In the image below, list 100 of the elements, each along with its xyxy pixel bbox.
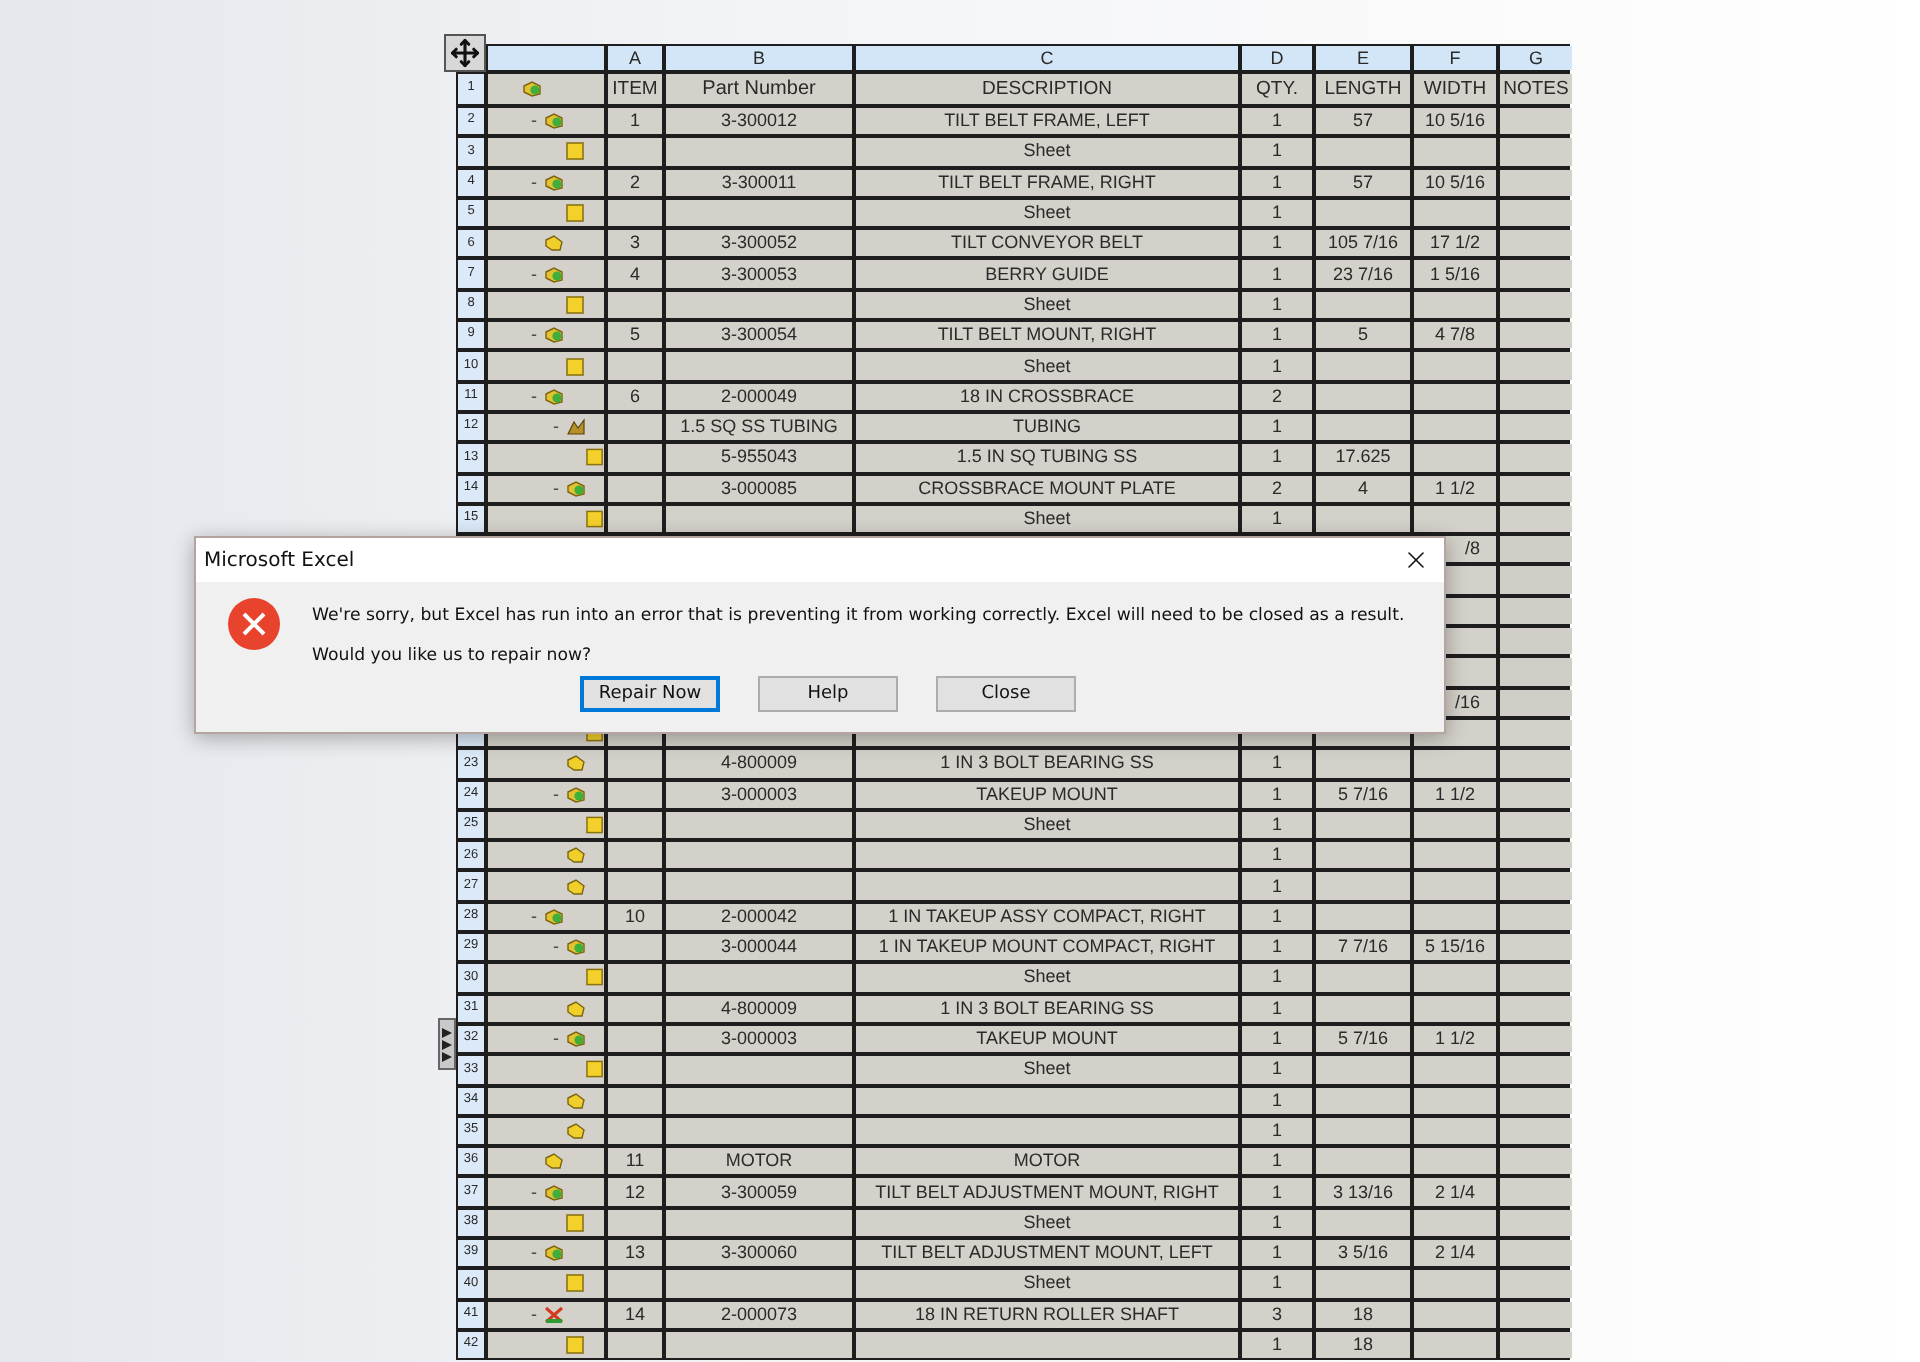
table-cell: 2 1/4 xyxy=(1414,1239,1496,1267)
collapse-toggle[interactable]: - xyxy=(546,479,566,498)
table-cell: Sheet xyxy=(856,1209,1238,1236)
table-cell: 10 xyxy=(608,903,662,931)
table-cell: 1 xyxy=(1242,444,1312,472)
table-cell: 2-000049 xyxy=(666,383,852,410)
table-cell: TILT BELT ADJUSTMENT MOUNT, RIGHT xyxy=(856,1178,1238,1206)
collapse-toggle[interactable]: - xyxy=(524,112,544,131)
table-cell: 2-000042 xyxy=(666,903,852,931)
collapse-toggle[interactable]: - xyxy=(546,785,566,804)
table-cell: TILT BELT ADJUSTMENT MOUNT, LEFT xyxy=(856,1239,1238,1267)
table-cell: 1.5 SQ SS TUBING xyxy=(666,413,852,441)
dialog-button[interactable]: Close xyxy=(936,676,1076,712)
column-letter[interactable]: B xyxy=(666,46,852,70)
table-cell: 1 xyxy=(1242,322,1312,349)
table-cell: Sheet xyxy=(856,138,1238,166)
table-cell: 6 xyxy=(608,383,662,410)
table-cell: 1 xyxy=(1242,1178,1312,1206)
table-cell: 7 7/16 xyxy=(1316,934,1410,961)
collapse-toggle[interactable]: - xyxy=(546,418,566,437)
table-cell: Sheet xyxy=(856,811,1238,839)
table-cell: 1 xyxy=(1242,505,1312,533)
collapse-toggle[interactable]: - xyxy=(524,265,544,284)
table-cell: 1 xyxy=(608,108,662,135)
table-cell: 1 xyxy=(1242,1148,1312,1175)
column-letter[interactable]: A xyxy=(608,46,662,70)
table-cell: MOTOR xyxy=(666,1148,852,1175)
table-cell: 1 xyxy=(1242,1117,1312,1145)
table-cell: 3-000003 xyxy=(666,781,852,808)
collapse-toggle[interactable]: - xyxy=(524,1244,544,1263)
table-cell: 14 xyxy=(608,1301,662,1328)
table-cell: 3-300011 xyxy=(666,169,852,196)
table-cell: 17 1/2 xyxy=(1414,230,1496,257)
table-cell: 1 xyxy=(1242,995,1312,1022)
table-cell: 4-800009 xyxy=(666,995,852,1022)
table-cell: TILT BELT FRAME, RIGHT xyxy=(856,169,1238,196)
column-letter[interactable]: E xyxy=(1316,46,1410,70)
table-cell: 1 IN 3 BOLT BEARING SS xyxy=(856,995,1238,1022)
table-cell: 3-300059 xyxy=(666,1178,852,1206)
table-cell: 1 xyxy=(1242,811,1312,839)
table-cell: 4-800009 xyxy=(666,750,852,778)
table-cell: 5 xyxy=(1316,322,1410,349)
table-cell: 1 xyxy=(1242,1239,1312,1267)
dialog-button[interactable]: Help xyxy=(758,676,898,712)
error-message: We're sorry, but Excel has run into an error that is preventing it from working correctly. Excel will need to be closed as a result. xyxy=(312,606,1405,626)
table-cell: 3-300060 xyxy=(666,1239,852,1267)
table-cell: BERRY GUIDE xyxy=(856,260,1238,288)
table-cell: 1 1/2 xyxy=(1414,1025,1496,1053)
table-cell: 1 xyxy=(1242,750,1312,778)
table-cell: 1 xyxy=(1242,1087,1312,1114)
collapse-toggle[interactable]: - xyxy=(524,387,544,406)
table-cell: MOTOR xyxy=(856,1148,1238,1175)
column-letter[interactable]: C xyxy=(856,46,1238,70)
table-cell: 12 xyxy=(608,1178,662,1206)
table-cell: 3-000044 xyxy=(666,934,852,961)
column-header: NOTES xyxy=(1500,74,1572,104)
table-cell: 1 xyxy=(1242,781,1312,808)
table-cell: 3-300053 xyxy=(666,260,852,288)
column-header: WIDTH xyxy=(1414,74,1496,104)
column-header: LENGTH xyxy=(1316,74,1410,104)
collapse-toggle[interactable]: - xyxy=(524,173,544,192)
table-cell: 10 5/16 xyxy=(1414,169,1496,196)
table-cell: 1 xyxy=(1242,138,1312,166)
table-cell: 18 xyxy=(1316,1331,1410,1359)
collapse-toggle[interactable]: - xyxy=(524,1183,544,1202)
table-cell: 1 xyxy=(1242,842,1312,869)
table-cell: 1 xyxy=(1242,1025,1312,1053)
collapse-toggle[interactable]: - xyxy=(546,938,566,957)
table-cell: 11 xyxy=(608,1148,662,1175)
collapse-toggle[interactable]: - xyxy=(524,907,544,926)
table-cell: CROSSBRACE MOUNT PLATE xyxy=(856,475,1238,502)
column-letter[interactable]: D xyxy=(1242,46,1312,70)
table-cell: Sheet xyxy=(856,1270,1238,1298)
table-cell: 1 xyxy=(1242,230,1312,257)
dialog-button[interactable]: Repair Now xyxy=(580,676,720,712)
table-cell: 57 xyxy=(1316,108,1410,135)
table-cell: TILT BELT MOUNT, RIGHT xyxy=(856,322,1238,349)
table-cell: 1 IN TAKEUP ASSY COMPACT, RIGHT xyxy=(856,903,1238,931)
table-cell: 1 xyxy=(1242,169,1312,196)
table-cell: TILT CONVEYOR BELT xyxy=(856,230,1238,257)
table-cell: TAKEUP MOUNT xyxy=(856,781,1238,808)
table-cell: 3-000003 xyxy=(666,1025,852,1053)
collapse-toggle[interactable]: - xyxy=(524,1305,544,1324)
table-cell: Sheet xyxy=(856,964,1238,992)
collapse-toggle[interactable]: - xyxy=(546,1030,566,1049)
table-cell: Sheet xyxy=(856,505,1238,533)
table-cell: 1 xyxy=(1242,413,1312,441)
table-cell: 105 7/16 xyxy=(1316,230,1410,257)
table-cell: 2 1/4 xyxy=(1414,1178,1496,1206)
table-cell: 5 7/16 xyxy=(1316,1025,1410,1053)
table-cell: 2 xyxy=(1242,475,1312,502)
table-cell: 1 xyxy=(1242,291,1312,319)
table-cell: Sheet xyxy=(856,352,1238,380)
table-cell: 3 xyxy=(608,230,662,257)
table-cell: 1 IN 3 BOLT BEARING SS xyxy=(856,750,1238,778)
column-letter[interactable]: F xyxy=(1414,46,1496,70)
column-letter[interactable]: G xyxy=(1500,46,1572,70)
column-header: ITEM xyxy=(608,74,662,104)
collapse-toggle[interactable]: - xyxy=(524,326,544,345)
table-cell: 5-955043 xyxy=(666,444,852,472)
